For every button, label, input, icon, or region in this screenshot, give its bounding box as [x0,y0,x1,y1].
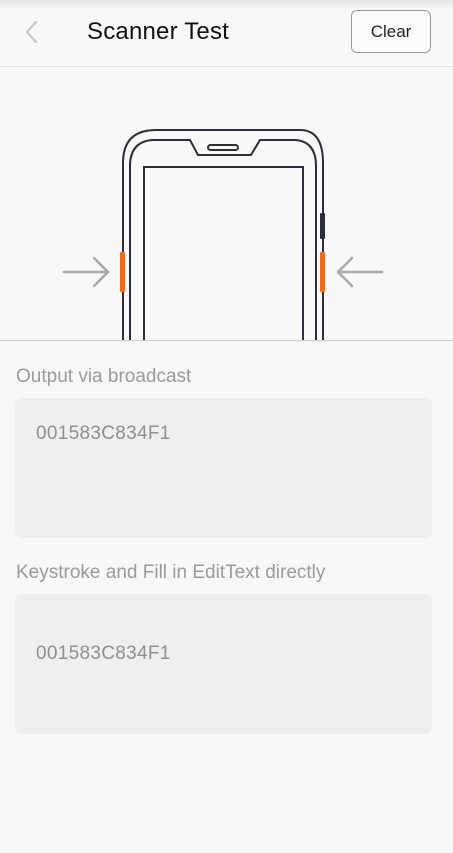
chevron-left-icon [26,21,37,43]
keystroke-label: Keystroke and Fill in EditText directly [16,562,326,583]
broadcast-output-value: 001583C834F1 [36,423,171,444]
scanner-illustration [0,68,453,341]
broadcast-label: Output via broadcast [16,366,192,387]
right-scan-key [320,252,325,292]
broadcast-output-box[interactable]: 001583C834F1 [15,398,432,538]
left-scan-key [120,252,125,292]
page-title: Scanner Test [87,18,230,45]
back-button[interactable] [14,14,50,50]
clear-button[interactable]: Clear [351,10,431,53]
volume-key [320,213,325,239]
arrow-left-icon [336,256,384,288]
keystroke-edittext[interactable]: 001583C834F1 [15,594,432,734]
arrow-right-icon [62,256,110,288]
keystroke-output-value: 001583C834F1 [36,643,171,664]
scanner-test-screen: Scanner Test Clear Output via broadcast … [0,0,453,853]
scanner-device-icon [62,129,384,340]
top-app-bar: Scanner Test Clear [0,0,453,67]
